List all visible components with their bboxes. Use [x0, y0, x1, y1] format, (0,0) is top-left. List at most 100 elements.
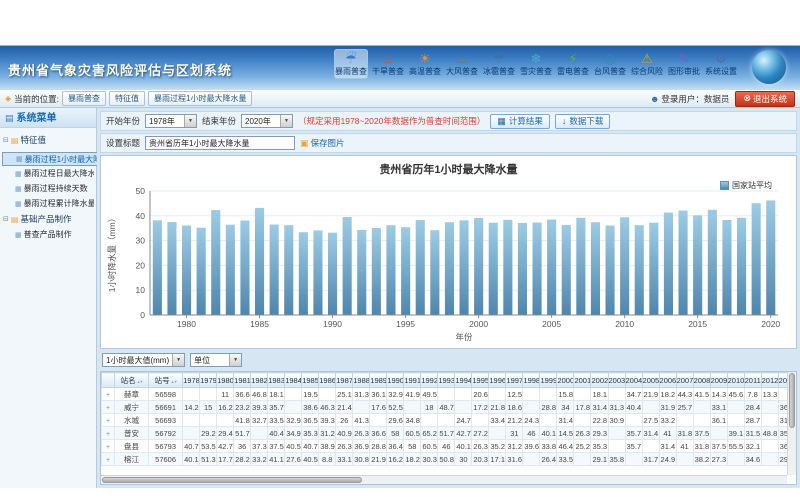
expand-icon[interactable]: + — [106, 444, 110, 451]
col-year-1986[interactable]: 1986 — [319, 373, 336, 388]
col-year-2003[interactable]: 2003 — [608, 373, 625, 388]
menu-item-heat-survey[interactable]: ☀高温普查 — [408, 49, 442, 79]
col-year-2007[interactable]: 2007 — [676, 373, 693, 388]
logout-button[interactable]: ⊗ 退出系统 — [735, 91, 795, 107]
col-year-2008[interactable]: 2008 — [693, 373, 710, 388]
value-cell — [183, 388, 200, 401]
collapse-icon[interactable]: ⊟ — [3, 215, 9, 223]
tree-node-row[interactable]: ⊟▤特征值 — [2, 132, 94, 148]
col-year-2000[interactable]: 2000 — [557, 373, 574, 388]
col-year-1989[interactable]: 1989 — [370, 373, 387, 388]
col-year-1995[interactable]: 1995 — [472, 373, 489, 388]
col-year-1985[interactable]: 1985 — [302, 373, 319, 388]
col-year-2002[interactable]: 2002 — [591, 373, 608, 388]
menu-item-label: 雪灾普查 — [520, 67, 552, 77]
col-station-id[interactable]: 站号▲▼ — [149, 373, 183, 388]
collapse-icon[interactable]: ⊟ — [3, 136, 9, 144]
col-year-1983[interactable]: 1983 — [268, 373, 285, 388]
menu-item-label: 系统设置 — [705, 67, 737, 77]
horizontal-scrollbar[interactable] — [101, 475, 787, 484]
table-row[interactable]: +赫章565981136.646.818.119.525.131.336.132… — [102, 388, 798, 401]
col-year-1999[interactable]: 1999 — [540, 373, 557, 388]
menu-item-hail-survey[interactable]: ☂冰雹普查 — [482, 49, 516, 79]
expand-cell[interactable]: + — [102, 453, 115, 466]
col-year-2009[interactable]: 2009 — [710, 373, 727, 388]
col-year-1990[interactable]: 1990 — [387, 373, 404, 388]
menu-item-drought-survey[interactable]: ♨干旱普查 — [371, 49, 405, 79]
expand-cell[interactable]: + — [102, 388, 115, 401]
start-year-select[interactable]: 1978年 ▼ — [145, 114, 197, 128]
col-year-1978[interactable]: 1978 — [183, 373, 200, 388]
col-year-2001[interactable]: 2001 — [574, 373, 591, 388]
expand-cell[interactable]: + — [102, 401, 115, 414]
col-year-2011[interactable]: 2011 — [744, 373, 761, 388]
station-id-cell: 56793 — [149, 440, 183, 453]
crumb-tab-hourly-max[interactable]: 暴雨过程1小时最大降水量 — [148, 91, 252, 106]
menu-item-typhoon-survey[interactable]: ◎台风普查 — [593, 49, 627, 79]
col-year-1981[interactable]: 1981 — [234, 373, 251, 388]
menu-item-graphic-approval[interactable]: ✎图形审批 — [667, 49, 701, 79]
menu-item-rainstorm-survey[interactable]: ☔暴雨普查 — [334, 49, 368, 79]
col-year-1998[interactable]: 1998 — [523, 373, 540, 388]
table-row[interactable]: +盘县5679340.753.542.73637.337.540.540.738… — [102, 440, 798, 453]
table-row[interactable]: +普安5679229.229.451.740.434.935.331.240.9… — [102, 427, 798, 440]
tree-leaf[interactable]: ▦暴雨过程日最大降水量 — [2, 166, 94, 181]
col-year-1988[interactable]: 1988 — [353, 373, 370, 388]
table-row[interactable]: +榕江5760640.151.317.728.233.241.127.640.5… — [102, 453, 798, 466]
col-year-2005[interactable]: 2005 — [642, 373, 659, 388]
expand-icon[interactable]: + — [106, 405, 110, 412]
download-data-button[interactable]: ↓ 数据下载 — [555, 114, 611, 129]
vertical-scrollbar-thumb[interactable] — [789, 373, 795, 428]
save-image-button[interactable]: ▣ 保存图片 — [300, 137, 345, 149]
menu-item-lightning-survey[interactable]: ⚡雷电普查 — [556, 49, 590, 79]
col-year-2004[interactable]: 2004 — [625, 373, 642, 388]
expand-cell[interactable]: + — [102, 414, 115, 427]
unit-select[interactable]: 单位 ▼ — [190, 353, 242, 367]
expand-cell[interactable]: + — [102, 440, 115, 453]
col-year-2010[interactable]: 2010 — [727, 373, 744, 388]
crumb-tab-feature[interactable]: 特征值 — [109, 91, 145, 106]
col-year-1984[interactable]: 1984 — [285, 373, 302, 388]
expand-icon[interactable]: + — [106, 418, 110, 425]
value-cell: 31 — [506, 427, 523, 440]
station-name-cell: 普安 — [115, 427, 149, 440]
tree-node-row[interactable]: ⊟▤基础产品制作 — [2, 211, 94, 227]
col-year-1979[interactable]: 1979 — [200, 373, 217, 388]
col-year-2012[interactable]: 2012 — [761, 373, 778, 388]
expand-icon[interactable]: + — [106, 392, 110, 399]
menu-item-system-settings[interactable]: ⚙系统设置 — [704, 49, 738, 79]
col-year-1992[interactable]: 1992 — [421, 373, 438, 388]
col-year-1994[interactable]: 1994 — [455, 373, 472, 388]
chart-title-input[interactable] — [145, 136, 295, 150]
col-year-1997[interactable]: 1997 — [506, 373, 523, 388]
tree-leaf[interactable]: ▦普查产品制作 — [2, 227, 94, 242]
metric-select[interactable]: 1小时最大值(mm) ▼ — [102, 353, 185, 367]
expand-icon[interactable]: + — [106, 457, 110, 464]
table-row[interactable]: +水城5669341.832.733.532.936.539.32641.329… — [102, 414, 798, 427]
col-year-1991[interactable]: 1991 — [404, 373, 421, 388]
vertical-scrollbar[interactable] — [787, 372, 796, 475]
col-year-1982[interactable]: 1982 — [251, 373, 268, 388]
col-year-2006[interactable]: 2006 — [659, 373, 676, 388]
col-year-1987[interactable]: 1987 — [336, 373, 353, 388]
table-row[interactable]: +威宁5669114.21516.223.239.335.738.646.321… — [102, 401, 798, 414]
sort-icon[interactable]: ▲▼ — [171, 379, 177, 384]
col-station-name[interactable]: 站名▲▼ — [115, 373, 149, 388]
menu-item-comprehensive-risk[interactable]: ⚠综合风险 — [630, 49, 664, 79]
tree-leaf[interactable]: ▦暴雨过程持续天数 — [2, 181, 94, 196]
svg-text:20: 20 — [135, 260, 145, 270]
col-year-1980[interactable]: 1980 — [217, 373, 234, 388]
station-name-cell: 赫章 — [115, 388, 149, 401]
horizontal-scrollbar-thumb[interactable] — [102, 477, 362, 483]
calculate-button[interactable]: ▦ 计算结果 — [490, 114, 550, 129]
col-year-1993[interactable]: 1993 — [438, 373, 455, 388]
expand-cell[interactable]: + — [102, 427, 115, 440]
end-year-select[interactable]: 2020年 ▼ — [241, 114, 293, 128]
crumb-tab-rainstorm[interactable]: 暴雨普查 — [62, 91, 106, 106]
col-year-1996[interactable]: 1996 — [489, 373, 506, 388]
tree-leaf[interactable]: ▦暴雨过程累计降水量 — [2, 196, 94, 211]
expand-icon[interactable]: + — [106, 431, 110, 438]
menu-item-snow-survey[interactable]: ❄雪灾普查 — [519, 49, 553, 79]
sort-icon[interactable]: ▲▼ — [137, 379, 143, 384]
menu-item-wind-survey[interactable]: ☁大风普查 — [445, 49, 479, 79]
